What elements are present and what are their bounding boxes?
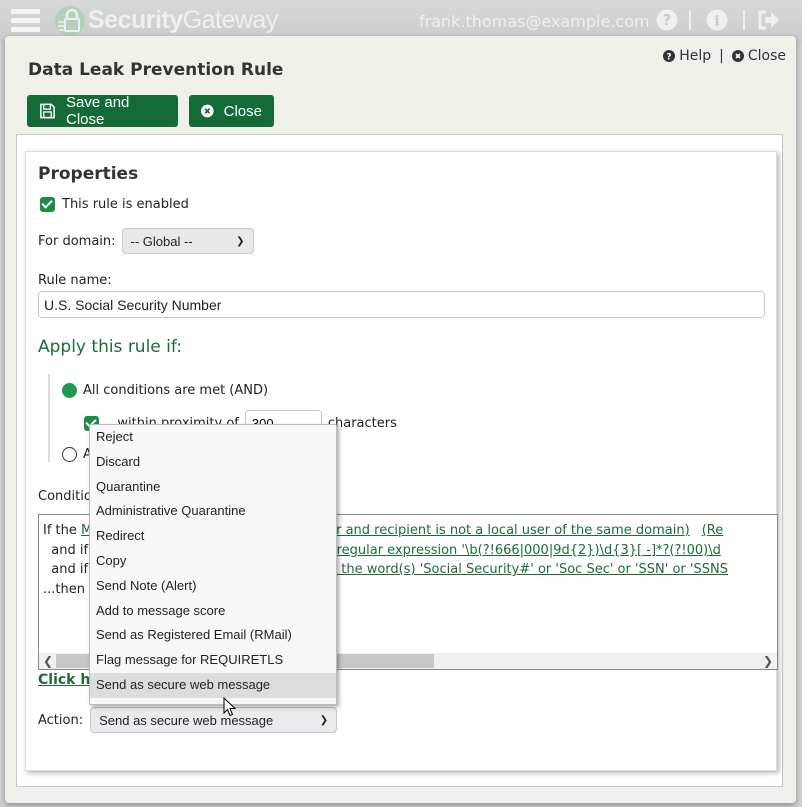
condition-extra-link[interactable]: (Re [702,523,724,538]
rule-name-label: Rule name: [38,273,112,288]
condition-link[interactable]: ntains the word(s) 'Social Security#' or… [297,562,728,577]
mouse-cursor-icon [223,697,237,717]
all-conditions-row: All conditions are met (AND) [62,383,268,398]
rule-enabled-row: This rule is enabled [40,197,189,212]
action-option[interactable]: Copy [90,549,336,574]
padlock-logo-icon [55,6,85,36]
rule-enabled-checkbox[interactable] [40,197,55,212]
close-link[interactable]: Close [731,48,786,64]
action-option[interactable]: Send as Registered Email (RMail) [90,623,336,648]
header-separator [689,10,691,30]
close-button-label: Close [223,102,262,120]
modal-title: Data Leak Prevention Rule [28,60,284,80]
close-label: Close [747,48,786,64]
rule-enabled-label: This rule is enabled [62,197,189,212]
save-and-close-label: Save and Close [66,94,130,128]
header-separator [743,10,745,30]
svg-text:?: ? [663,11,672,29]
condition-link[interactable]: tches regular expression '\b(?!666|000|9… [297,543,721,558]
info-circle-icon[interactable]: i [706,9,728,31]
condition-prefix: If the [43,523,82,538]
user-email[interactable]: frank.thomas@example.com [419,12,650,31]
apply-rule-title: Apply this rule if: [38,337,183,357]
domain-select[interactable]: -- Global -- ❯ [121,228,254,254]
any-condition-row: A [62,447,92,462]
action-row: Action: Send as secure web message ❯ [38,707,338,733]
action-option[interactable]: Reject [90,425,336,450]
brand-light: Gateway [182,6,279,34]
chevron-down-icon: ❯ [319,714,329,726]
action-dropdown-list: Reject Discard Quarantine Administrative… [89,424,337,705]
action-option[interactable]: Add to message score [90,599,336,624]
svg-text:i: i [714,14,719,30]
conditions-label: Conditio [38,489,92,504]
any-condition-radio[interactable] [62,447,77,462]
condition-group-bar [48,374,50,462]
close-button[interactable]: Close [189,95,274,127]
domain-select-value: -- Global -- [130,233,193,249]
action-label: Action: [38,712,84,728]
help-link[interactable]: ? Help [663,48,711,64]
help-circle-icon[interactable]: ? [656,9,678,31]
condition-prefix: and if [43,542,93,558]
action-option[interactable]: Send Note (Alert) [90,574,336,599]
action-option-selected[interactable]: Send as secure web message [90,672,336,698]
action-option[interactable]: Administrative Quarantine [90,499,336,524]
all-conditions-radio[interactable] [62,383,77,398]
scroll-right-icon[interactable]: ❯ [763,653,773,669]
modal-top-links: ? Help | Close [663,48,786,64]
save-and-close-button[interactable]: Save and Close [27,94,178,128]
close-circle-icon [731,50,744,62]
brand-bold: Security [88,6,183,34]
domain-row: For domain: -- Global -- ❯ [38,228,254,254]
help-label: Help [679,48,712,64]
brand-name: SecurityGateway [88,6,278,35]
action-option[interactable]: Redirect [90,524,336,549]
proximity-suffix: characters [327,416,397,431]
domain-label: For domain: [38,233,116,249]
all-conditions-label: All conditions are met (AND) [83,383,269,398]
hamburger-menu-icon[interactable] [11,9,40,33]
chevron-down-icon: ❯ [236,235,245,247]
action-option[interactable]: Quarantine [90,475,336,500]
svg-text:?: ? [667,53,672,63]
condition-prefix: and if [43,562,93,577]
sign-out-icon[interactable] [757,9,779,31]
question-circle-icon: ? [663,50,676,63]
floppy-disk-icon [40,103,55,119]
action-option[interactable]: Discard [90,450,336,475]
condition-link[interactable]: cal user and recipient is not a local us… [290,523,689,538]
condition-prefix: ...then [43,581,90,597]
close-circle-icon [201,104,214,118]
action-select[interactable]: Send as secure web message ❯ [90,707,338,733]
action-option[interactable]: Flag message for REQUIRETLS [90,648,336,673]
properties-title: Properties [38,164,139,184]
rule-name-input[interactable] [38,291,765,318]
link-separator: | [719,48,724,64]
scroll-left-icon[interactable]: ❮ [43,653,53,669]
action-select-value: Send as secure web message [99,712,274,728]
